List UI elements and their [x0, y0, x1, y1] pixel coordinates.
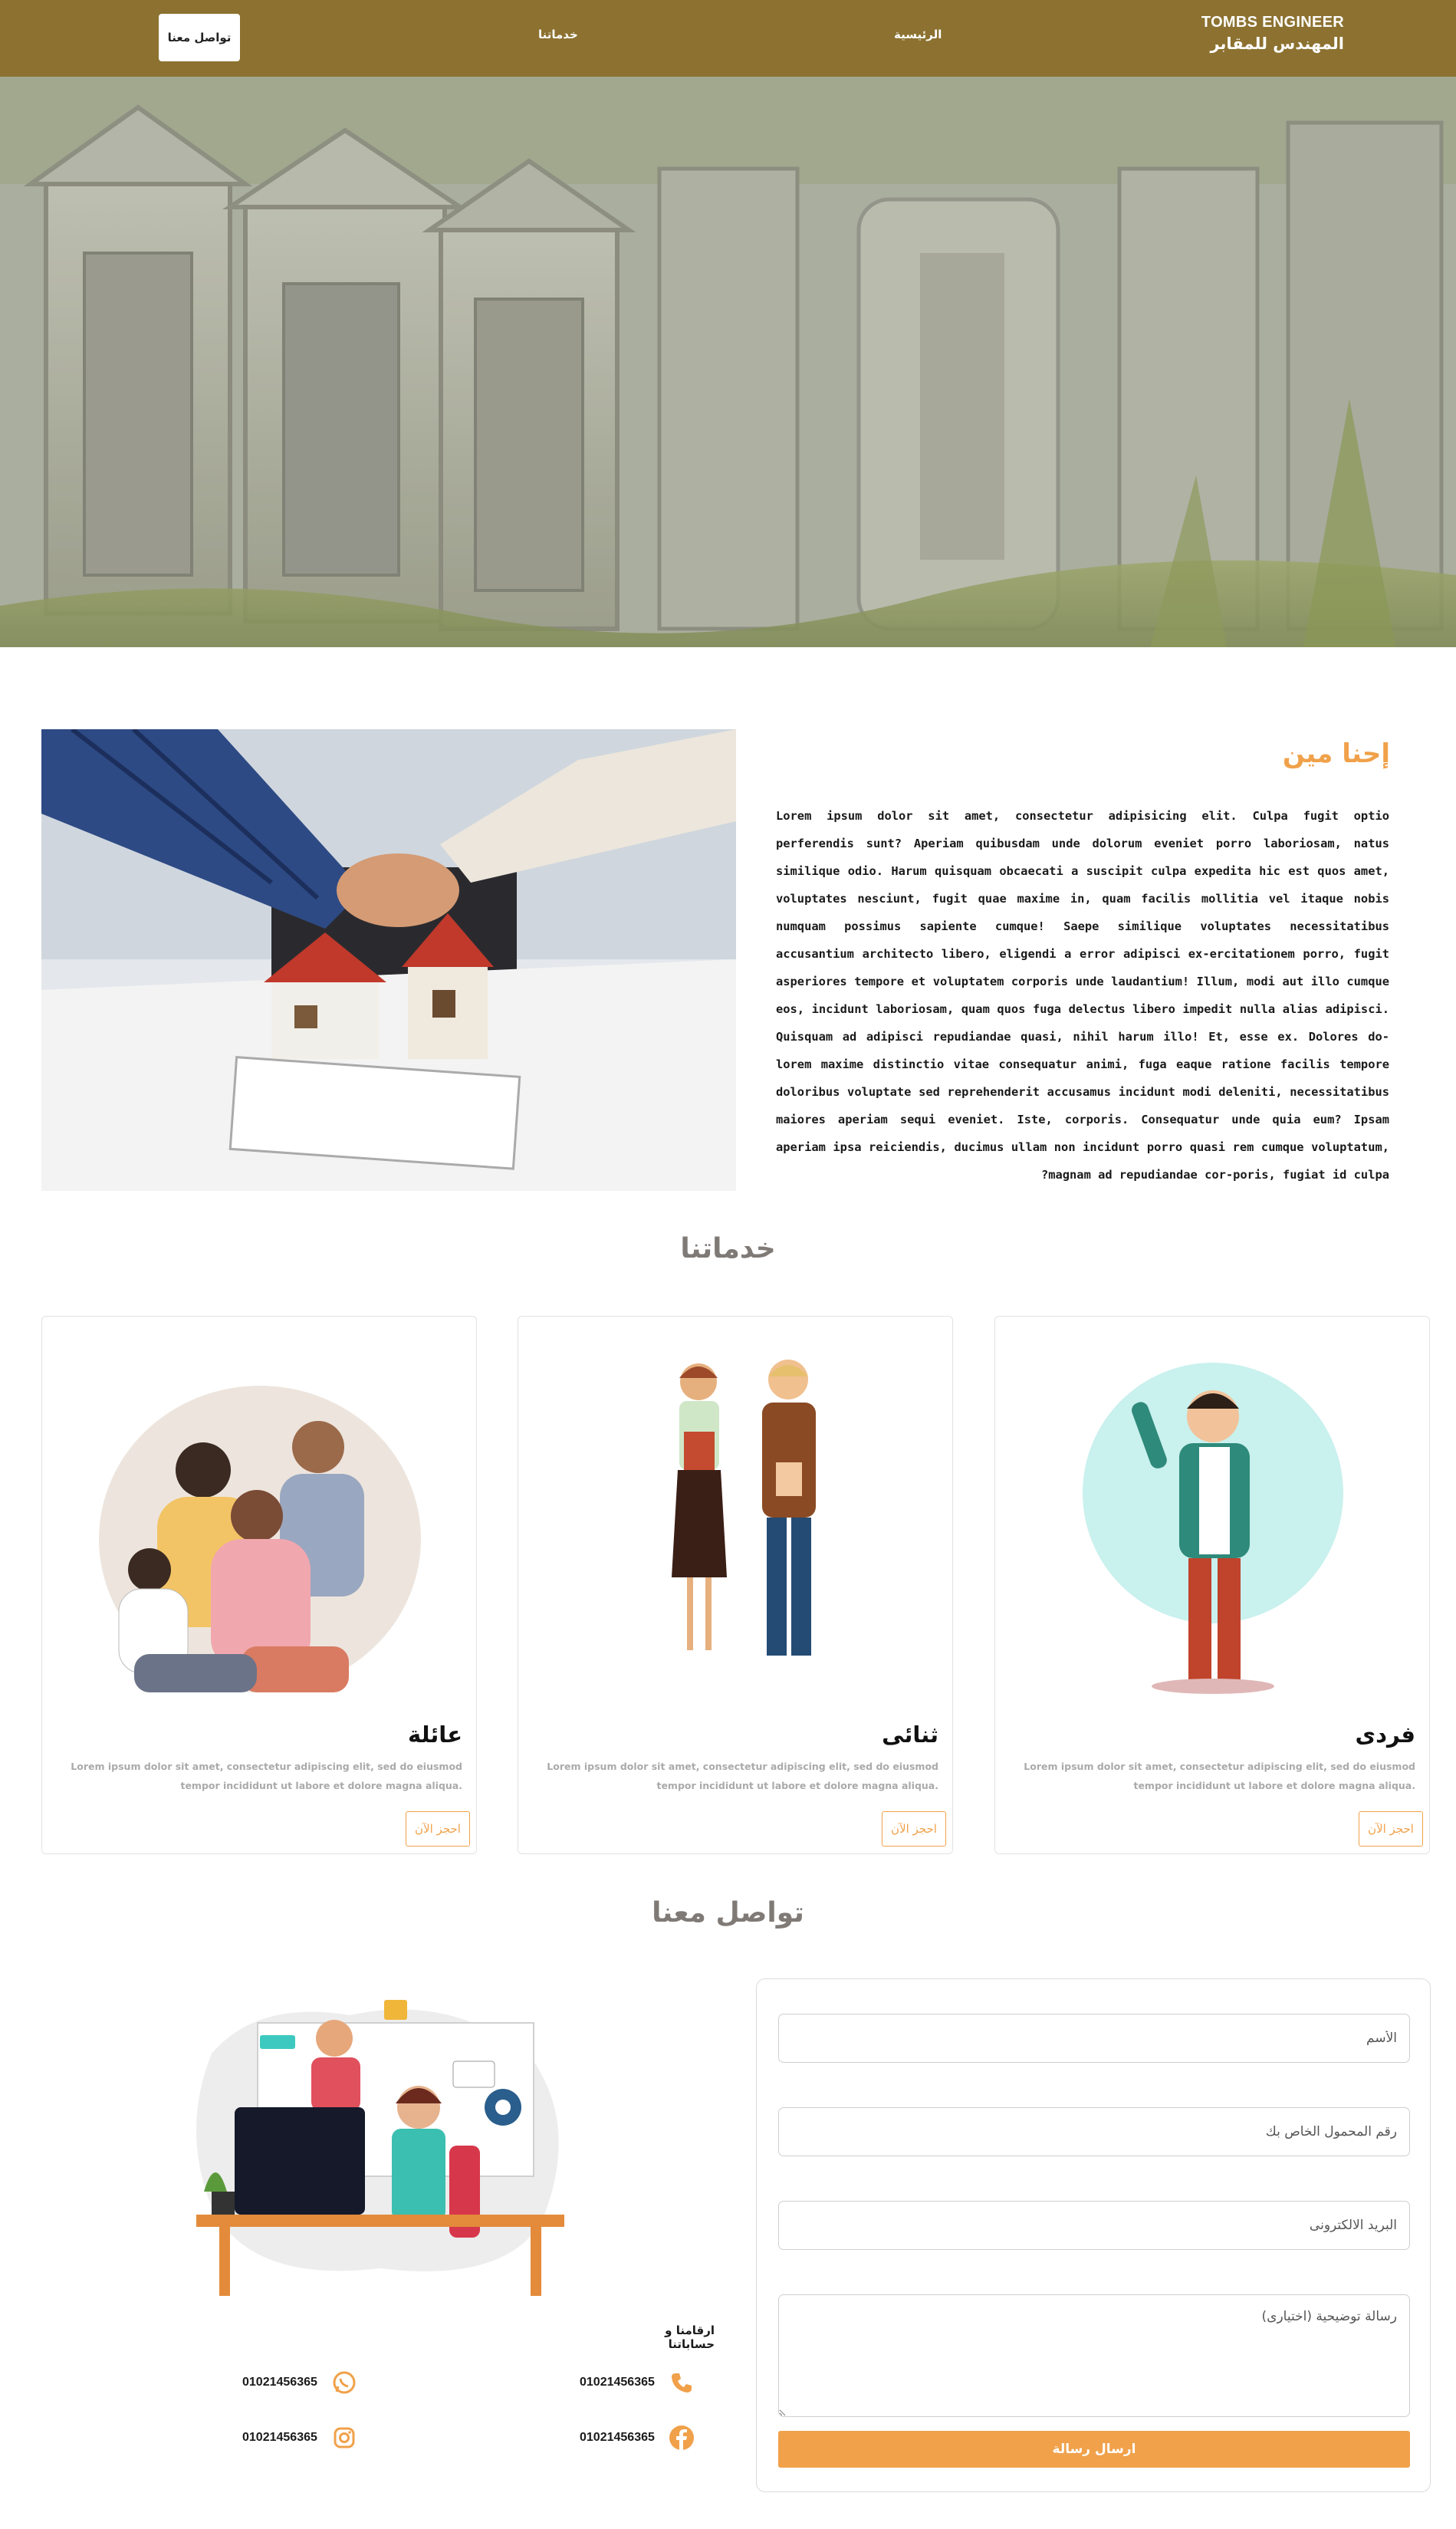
navbar: تواصل معنا خدماتنا الرئيسية TOMBS ENGINE… — [0, 0, 1456, 77]
facebook-icon — [669, 2425, 695, 2451]
card-description: Lorem ipsum dolor sit amet, consectetur … — [71, 1761, 462, 1791]
family-illustration — [99, 1386, 421, 1692]
service-card-family: عائلة Lorem ipsum dolor sit amet, consec… — [41, 1316, 477, 1854]
brand-name-en: TOMBS ENGINEER — [1201, 14, 1344, 31]
couple-illustration — [672, 1360, 816, 1656]
single-person-illustration — [1083, 1363, 1343, 1694]
service-card-single: فردى Lorem ipsum dolor sit amet, consect… — [994, 1316, 1430, 1854]
about-handshake-image — [41, 729, 736, 1191]
nav-link-services[interactable]: خدماتنا — [538, 28, 578, 41]
contact-heading: تواصل معنا — [652, 1897, 804, 1929]
card-description: Lorem ipsum dolor sit amet, consectetur … — [547, 1761, 938, 1791]
instagram-contact[interactable]: 01021456365 — [242, 2425, 357, 2451]
whatsapp-icon — [331, 2369, 357, 2396]
phone-field[interactable] — [778, 2107, 1410, 2156]
brand-name-ar: المهندس للمقابر — [1210, 35, 1344, 53]
hero-slider — [0, 77, 1456, 647]
card-title: عائلة — [407, 1722, 462, 1748]
card-description: Lorem ipsum dolor sit amet, consectetur … — [1024, 1761, 1415, 1791]
brand-logo[interactable]: TOMBS ENGINEER المهندس للمقابر — [1201, 14, 1344, 53]
book-now-button[interactable]: احجز الآن — [882, 1811, 946, 1847]
nav-contact-button[interactable]: تواصل معنا — [159, 14, 240, 61]
contact-number: 01021456365 — [580, 2431, 655, 2444]
contact-form: ارسال رسالة — [756, 1978, 1431, 2492]
facebook-contact[interactable]: 01021456365 — [580, 2425, 695, 2451]
nav-link-home[interactable]: الرئيسية — [894, 28, 942, 41]
service-card-couple: ثنائى Lorem ipsum dolor sit amet, consec… — [518, 1316, 953, 1854]
instagram-icon — [331, 2425, 357, 2451]
email-field[interactable] — [778, 2201, 1410, 2250]
send-message-button[interactable]: ارسال رسالة — [778, 2431, 1410, 2468]
book-now-button[interactable]: احجز الآن — [406, 1811, 470, 1847]
hero-cemetery-image — [0, 77, 1456, 647]
phone-contact[interactable]: 01021456365 — [580, 2369, 695, 2396]
name-field[interactable] — [778, 2014, 1410, 2063]
whatsapp-contact[interactable]: 01021456365 — [242, 2369, 357, 2396]
about-title: إحنا مين — [1282, 738, 1390, 769]
card-title: ثنائى — [882, 1722, 938, 1748]
contact-number: 01021456365 — [242, 2431, 317, 2444]
customer-support-illustration — [196, 2000, 564, 2296]
contact-number: 01021456365 — [580, 2376, 655, 2389]
services-heading: خدماتنا — [680, 1233, 776, 1264]
book-now-button[interactable]: احجز الآن — [1359, 1811, 1423, 1847]
message-field[interactable] — [778, 2294, 1410, 2417]
contact-number: 01021456365 — [242, 2376, 317, 2389]
card-title: فردى — [1355, 1722, 1416, 1748]
accounts-label: ارقامنا و حساباتنا — [665, 2323, 715, 2351]
about-text: Lorem ipsum dolor sit amet, consectetur … — [776, 809, 1389, 1182]
phone-icon — [669, 2369, 695, 2396]
